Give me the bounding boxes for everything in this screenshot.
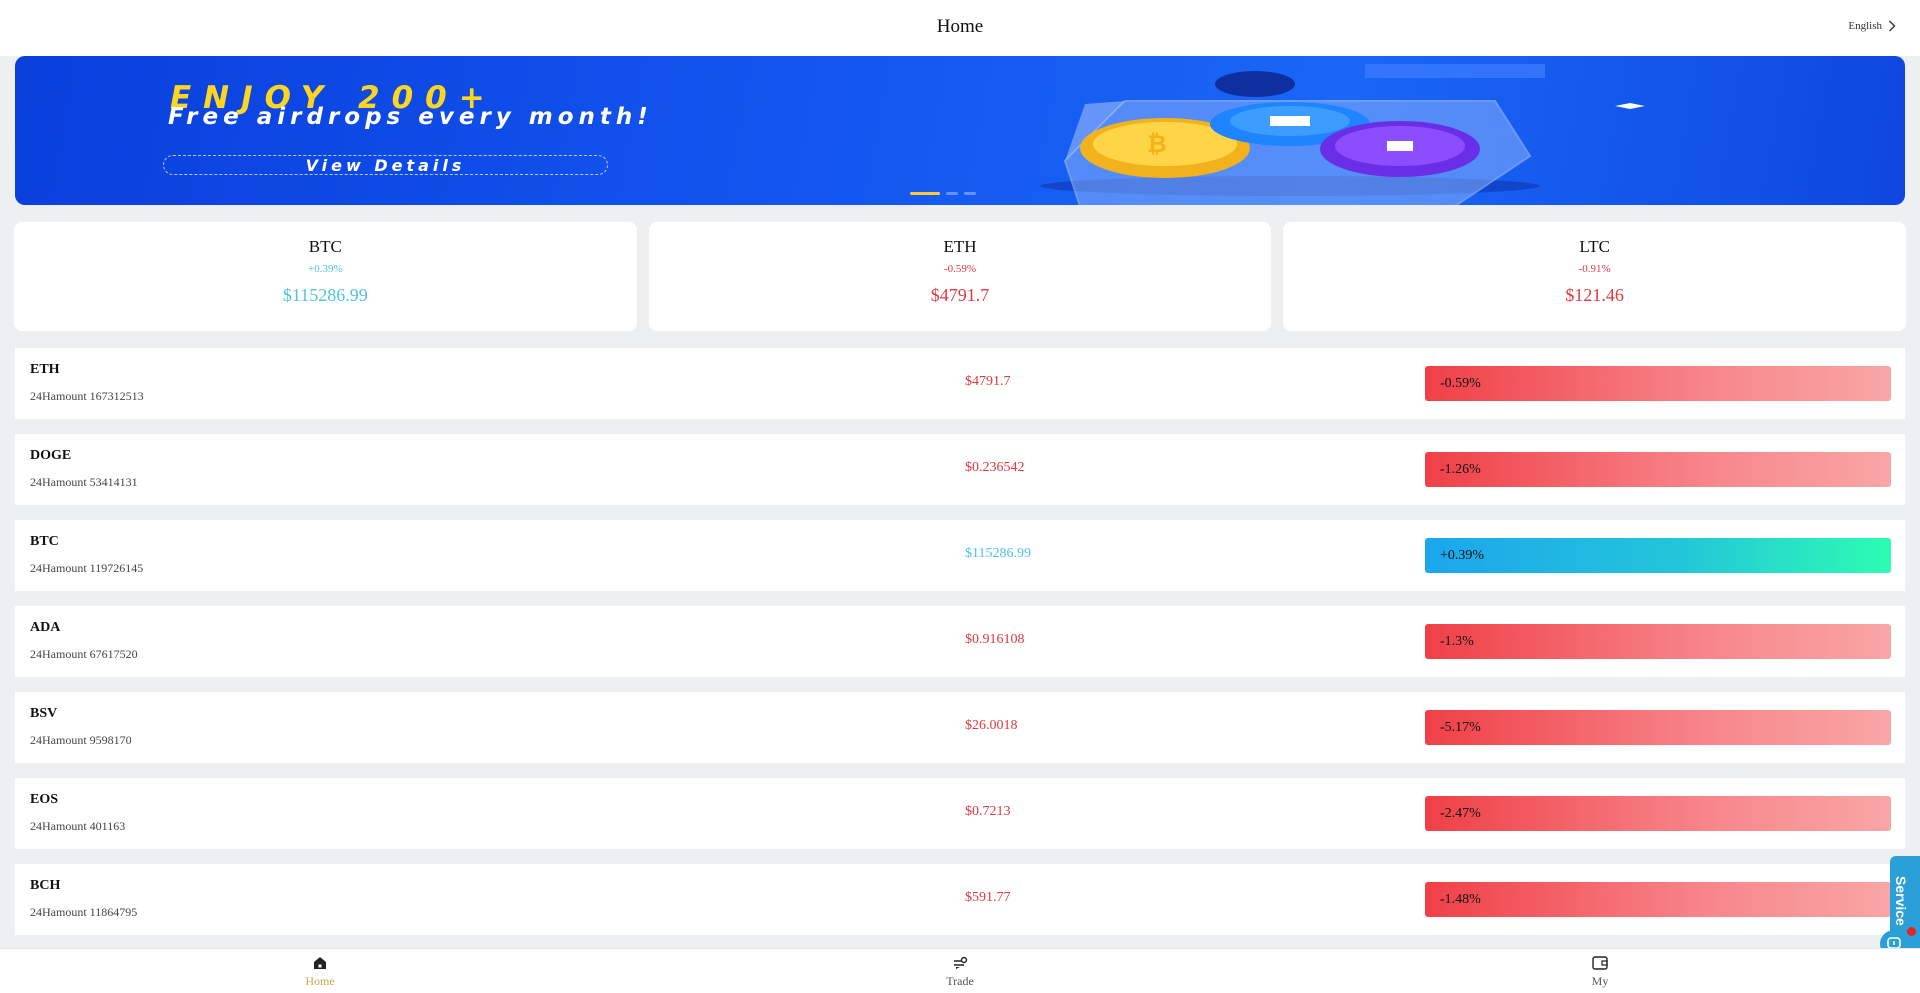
row-symbol: EOS [30,792,59,807]
change-badge: -2.47% [1425,796,1891,831]
summary-card-ltc[interactable]: LTC -0.91% $121.46 [1283,222,1907,331]
carousel-dot[interactable] [964,192,976,195]
service-label: Service [1893,876,1909,926]
tab-trade[interactable]: Trade [640,949,1280,993]
row-volume: 24Hamount 401163 [30,819,126,833]
view-details-button[interactable]: View Details [163,155,608,175]
promo-banner[interactable]: ENJOY 200+ Free airdrops every month! Vi… [15,56,1905,205]
tab-label: My [1591,974,1609,988]
wallet-icon [1592,956,1608,970]
card-symbol: BTC [308,237,342,256]
card-symbol: LTC [1579,237,1610,256]
row-volume: 24Hamount 53414131 [30,475,138,489]
change-badge: -1.3% [1425,624,1891,659]
change-badge: -1.26% [1425,452,1891,487]
tab-my[interactable]: My [1280,949,1920,993]
row-volume: 24Hamount 11864795 [30,905,138,919]
market-row-btc[interactable]: BTC 24Hamount 119726145 $115286.99 +0.39… [15,520,1905,591]
row-price: $115286.99 [965,546,1031,561]
row-volume: 24Hamount 167312513 [30,389,144,403]
tab-label: Trade [946,974,974,988]
summary-card-btc[interactable]: BTC +0.39% $115286.99 [14,222,637,331]
change-badge: -1.48% [1425,882,1891,917]
crypto-coins-illustration: ₿ [1040,64,1645,205]
change-badge: -0.59% [1425,366,1891,401]
card-price: $121.46 [1565,285,1624,305]
home-icon [314,957,326,969]
tab-label: Home [305,974,335,988]
market-row-eth[interactable]: ETH 24Hamount 167312513 $4791.7 -0.59% [15,348,1905,419]
change-badge: +0.39% [1425,538,1891,573]
market-row-doge[interactable]: DOGE 24Hamount 53414131 $0.236542 -1.26% [15,434,1905,505]
market-row-bsv[interactable]: BSV 24Hamount 9598170 $26.0018 -5.17% [15,692,1905,763]
change-badge: -5.17% [1425,710,1891,745]
row-price: $26.0018 [965,718,1018,733]
trade-icon [954,956,968,969]
row-price: $591.77 [965,890,1011,905]
row-price: $0.916108 [965,632,1025,647]
bottom-tab-bar: Home Trade My [0,948,1920,993]
language-label: English [1848,20,1882,32]
row-price: $0.7213 [965,804,1011,819]
chevron-right-icon [1889,20,1896,32]
svg-text:₿: ₿ [1147,130,1167,158]
row-symbol: BTC [30,534,59,549]
app-header: Home English [0,0,1920,56]
market-row-ada[interactable]: ADA 24Hamount 67617520 $0.916108 -1.3% [15,606,1905,677]
row-volume: 24Hamount 9598170 [30,733,132,747]
summary-cards: BTC +0.39% $115286.99 ETH -0.59% $4791.7… [14,222,1907,331]
row-symbol: ETH [30,362,60,377]
row-price: $4791.7 [965,374,1011,389]
row-symbol: DOGE [30,448,72,463]
card-change: -0.91% [1578,263,1611,275]
card-price: $4791.7 [930,285,990,305]
market-row-bch[interactable]: BCH 24Hamount 11864795 $591.77 -1.48% [15,864,1905,935]
row-symbol: ADA [30,620,61,635]
banner-subline: Free airdrops every month! [168,104,653,130]
carousel-indicator [910,192,976,195]
tab-home[interactable]: Home [0,949,640,993]
page-title: Home [936,16,984,37]
notification-dot [1907,927,1916,936]
row-price: $0.236542 [965,460,1025,475]
row-symbol: BSV [30,706,58,721]
language-selector[interactable]: English [1848,20,1896,32]
market-row-eos[interactable]: EOS 24Hamount 401163 $0.7213 -2.47% [15,778,1905,849]
card-change: +0.39% [308,263,343,275]
carousel-dot-active[interactable] [910,192,940,195]
row-symbol: BCH [30,878,61,893]
card-change: -0.59% [943,263,977,275]
row-volume: 24Hamount 119726145 [30,561,144,575]
row-volume: 24Hamount 67617520 [30,647,138,661]
carousel-dot[interactable] [946,192,958,195]
market-list: ETH 24Hamount 167312513 $4791.7 -0.59% D… [15,348,1905,950]
summary-card-eth[interactable]: ETH -0.59% $4791.7 [648,222,1272,331]
card-symbol: ETH [943,237,977,256]
card-price: $115286.99 [282,285,368,305]
